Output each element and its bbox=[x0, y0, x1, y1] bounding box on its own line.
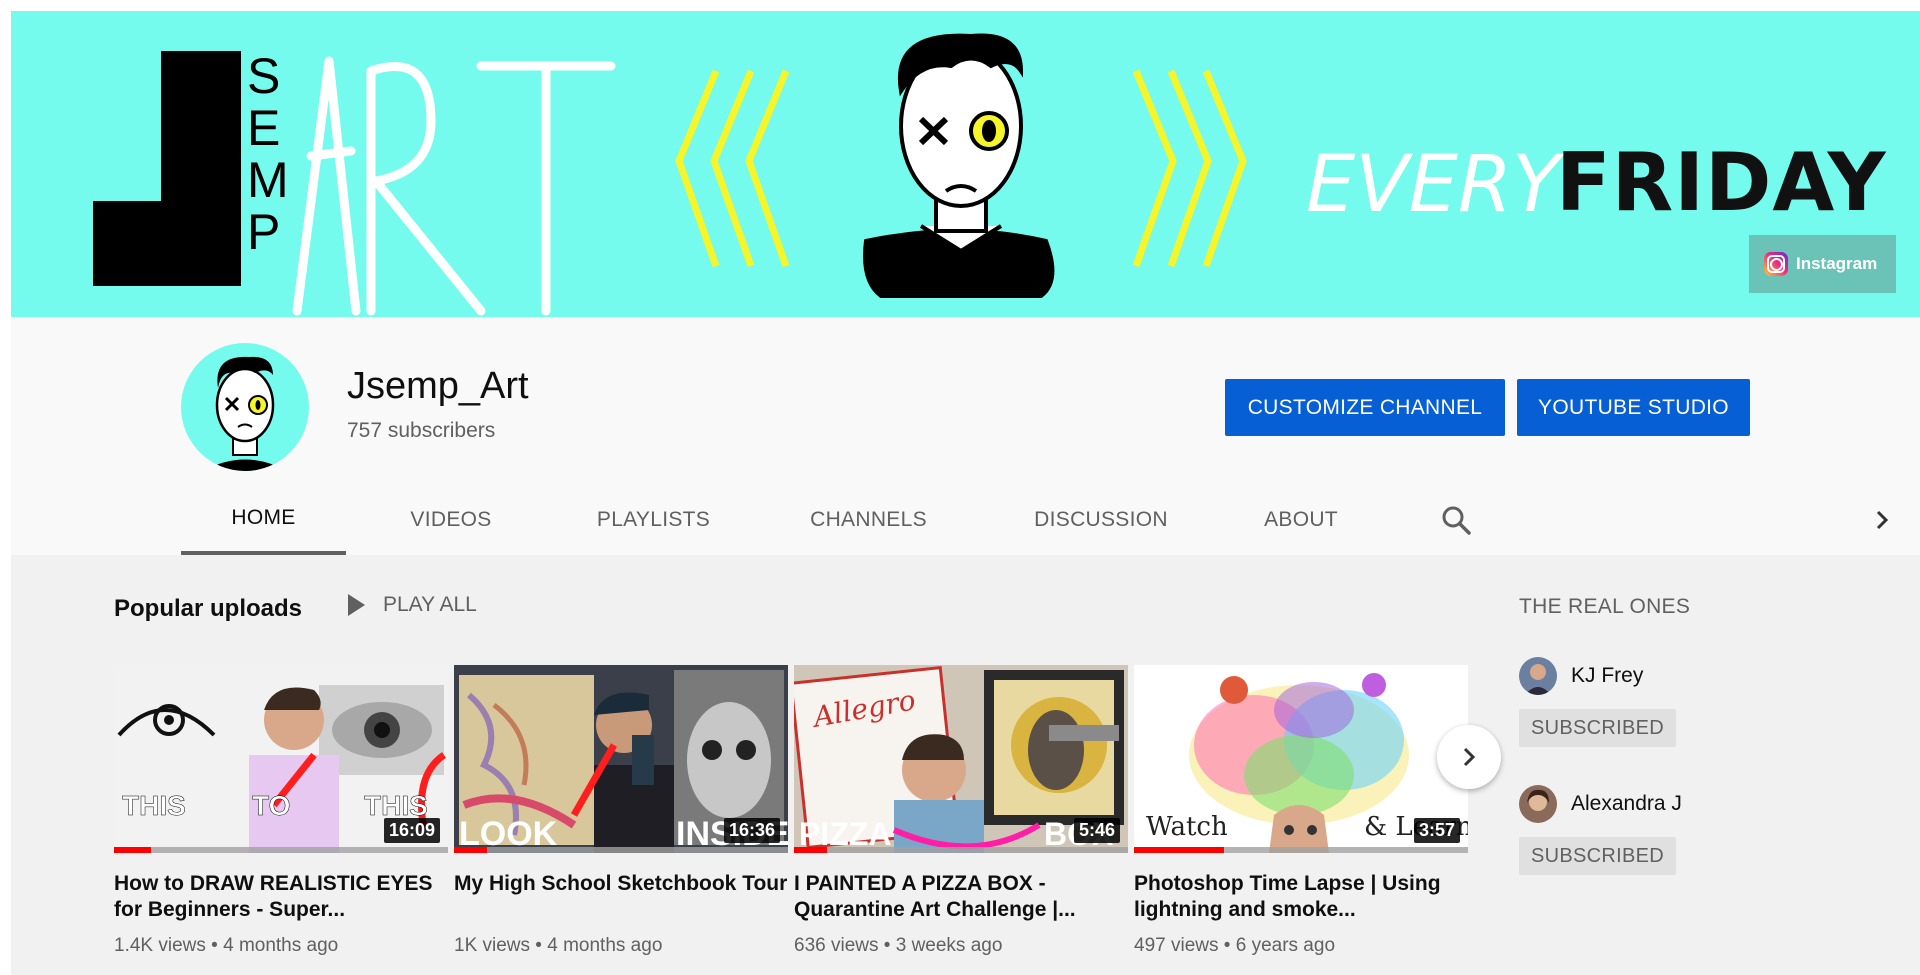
watch-progress bbox=[794, 847, 1128, 853]
video-duration: 16:09 bbox=[383, 818, 440, 843]
subscribed-button[interactable]: SUBSCRIBED bbox=[1519, 709, 1676, 747]
carousel-next-button[interactable] bbox=[1437, 725, 1501, 789]
channel-header: Jsemp_Art 757 subscribers CUSTOMIZE CHAN… bbox=[11, 317, 1920, 555]
video-age: 3 weeks ago bbox=[895, 935, 1003, 956]
video-age: 6 years ago bbox=[1235, 935, 1336, 956]
video-age: 4 months ago bbox=[223, 935, 339, 956]
thumb-caption-left: Watch bbox=[1146, 812, 1228, 842]
video-card[interactable]: LOOK INSIDE 16:36 My High School Sketchb… bbox=[454, 665, 788, 957]
channel-banner: J SEMP bbox=[11, 11, 1920, 317]
banner-tagline-bold: FRIDAY bbox=[1556, 136, 1887, 229]
subscriber-count: 757 subscribers bbox=[347, 419, 496, 442]
tab-about[interactable]: ABOUT bbox=[1241, 485, 1361, 555]
video-meta: 636 views • 3 weeks ago bbox=[794, 935, 1003, 956]
video-duration: 5:46 bbox=[1073, 818, 1120, 843]
watch-progress bbox=[454, 847, 788, 853]
channel-avatar[interactable] bbox=[181, 343, 309, 471]
play-all-button[interactable]: PLAY ALL bbox=[348, 593, 477, 617]
video-age: 4 months ago bbox=[547, 935, 663, 956]
video-thumbnail[interactable]: THIS TO THIS 16:09 bbox=[114, 665, 448, 853]
youtube-studio-button[interactable]: YOUTUBE STUDIO bbox=[1517, 379, 1750, 436]
video-meta: 1.4K views • 4 months ago bbox=[114, 935, 339, 956]
play-icon bbox=[348, 594, 365, 616]
tab-home[interactable]: HOME bbox=[181, 485, 346, 555]
home-content: Popular uploads PLAY ALL THIS TO THIS 16… bbox=[11, 555, 1920, 975]
featured-channel-alexandra-j[interactable]: Alexandra J bbox=[1519, 785, 1682, 823]
video-views: 1.4K views bbox=[114, 935, 206, 956]
video-views: 636 views bbox=[794, 935, 879, 956]
avatar-artwork bbox=[203, 356, 287, 471]
tab-discussion[interactable]: DISCUSSION bbox=[1011, 485, 1191, 555]
banner-tagline-script: EVERY bbox=[1306, 140, 1565, 230]
instagram-icon bbox=[1764, 252, 1788, 276]
tab-playlists[interactable]: PLAYLISTS bbox=[571, 485, 736, 555]
avatar bbox=[1519, 657, 1557, 695]
instagram-label: Instagram bbox=[1796, 254, 1878, 273]
tab-videos[interactable]: VIDEOS bbox=[381, 485, 521, 555]
video-title[interactable]: My High School Sketchbook Tour bbox=[454, 871, 788, 923]
featured-channel-name: Alexandra J bbox=[1571, 792, 1682, 815]
video-title[interactable]: I PAINTED A PIZZA BOX - Quarantine Art C… bbox=[794, 871, 1128, 923]
chevron-right-icon bbox=[1463, 747, 1476, 767]
watch-progress bbox=[1134, 847, 1468, 853]
instagram-link[interactable]: Instagram bbox=[1749, 235, 1896, 293]
channel-page: J SEMP bbox=[0, 0, 1920, 975]
video-views: 1K views bbox=[454, 935, 531, 956]
featured-channel-kj-frey[interactable]: KJ Frey bbox=[1519, 657, 1643, 695]
video-card[interactable]: THIS TO THIS 16:09 How to DRAW REALISTIC… bbox=[114, 665, 448, 957]
banner-logo-vertical: SEMP bbox=[247, 48, 303, 260]
video-views: 497 views bbox=[1134, 935, 1219, 956]
tabs-next-chevron-right-icon[interactable] bbox=[1867, 505, 1897, 535]
video-duration: 3:57 bbox=[1413, 818, 1460, 843]
video-thumbnail[interactable]: LOOK INSIDE 16:36 bbox=[454, 665, 788, 853]
subscribed-button[interactable]: SUBSCRIBED bbox=[1519, 837, 1676, 875]
avatar bbox=[1519, 785, 1557, 823]
thumb-caption-right: THIS bbox=[364, 790, 428, 821]
featured-channel-name: KJ Frey bbox=[1571, 664, 1644, 687]
video-thumbnail[interactable]: Allegro PIZZA BOX 5:46 bbox=[794, 665, 1128, 853]
video-meta: 1K views • 4 months ago bbox=[454, 935, 663, 956]
customize-channel-button[interactable]: CUSTOMIZE CHANNEL bbox=[1225, 379, 1505, 436]
video-duration: 16:36 bbox=[723, 818, 780, 843]
video-title[interactable]: Photoshop Time Lapse | Using lightning a… bbox=[1134, 871, 1468, 923]
featured-channels-title: THE REAL ONES bbox=[1519, 595, 1691, 618]
tab-channels[interactable]: CHANNELS bbox=[786, 485, 951, 555]
channel-tabs: HOME VIDEOS PLAYLISTS CHANNELS DISCUSSIO… bbox=[11, 485, 1920, 555]
video-thumbnail[interactable]: Watch & Learn 3:57 bbox=[1134, 665, 1468, 853]
thumb-caption-mid: TO bbox=[252, 790, 290, 821]
video-card[interactable]: Watch & Learn 3:57 Photoshop Time Lapse … bbox=[1134, 665, 1468, 957]
video-card[interactable]: Allegro PIZZA BOX 5:46 I PAINTED A PIZZA… bbox=[794, 665, 1128, 957]
watch-progress bbox=[114, 847, 448, 853]
thumb-caption-left: THIS bbox=[122, 790, 186, 821]
video-title[interactable]: How to DRAW REALISTIC EYES for Beginners… bbox=[114, 871, 448, 923]
channel-name: Jsemp_Art bbox=[347, 365, 529, 407]
play-all-label: PLAY ALL bbox=[383, 593, 477, 616]
section-title: Popular uploads bbox=[114, 595, 303, 622]
video-meta: 497 views • 6 years ago bbox=[1134, 935, 1336, 956]
search-icon[interactable] bbox=[1439, 503, 1473, 537]
